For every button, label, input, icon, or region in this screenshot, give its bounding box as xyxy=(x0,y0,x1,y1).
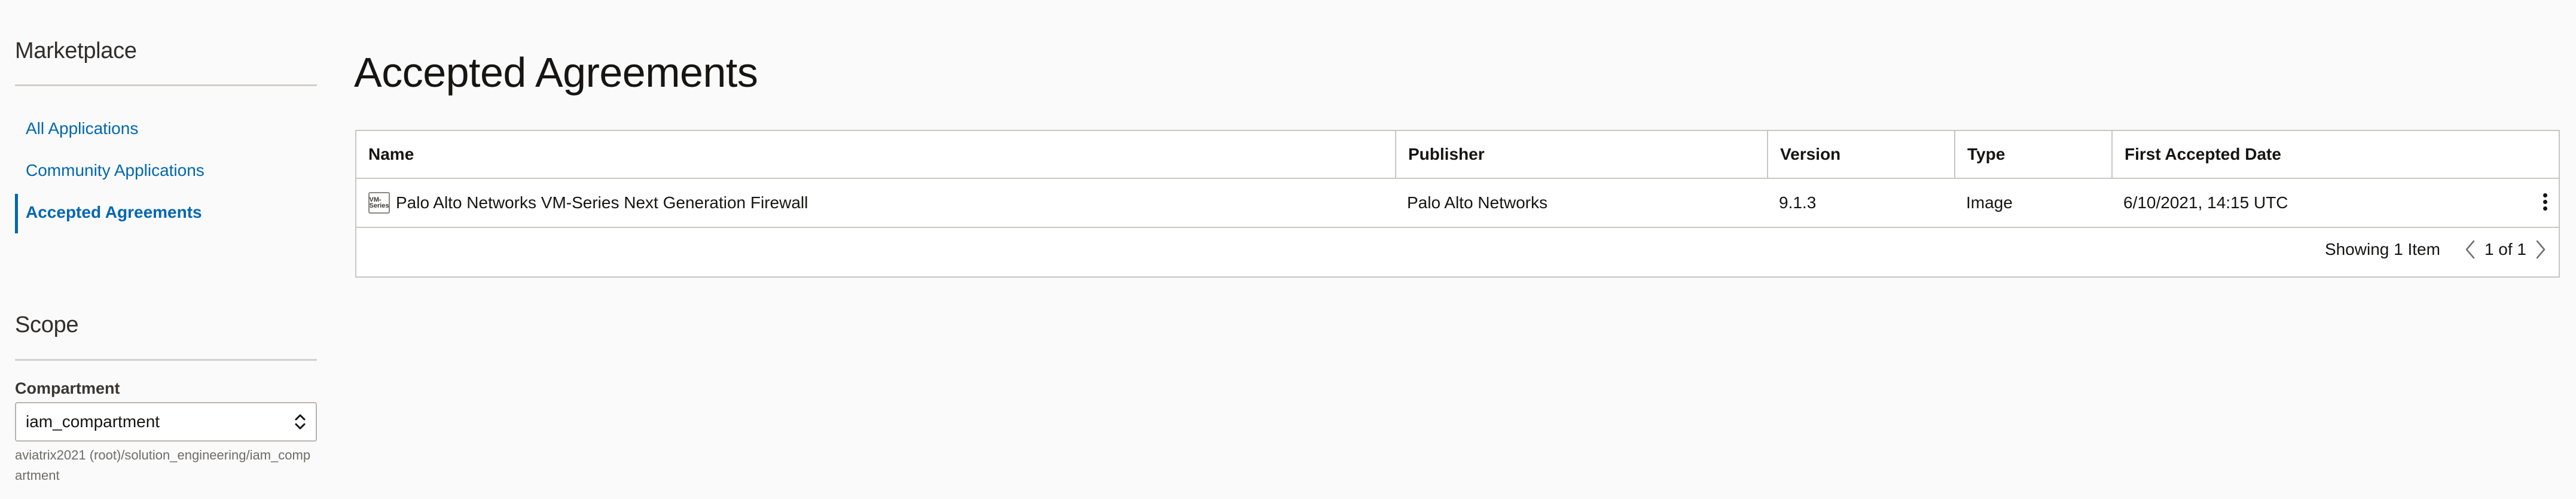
scope-heading: Scope xyxy=(15,312,79,337)
cell-first-accepted-date: 6/10/2021, 14:15 UTC xyxy=(2111,179,2559,227)
page-title: Accepted Agreements xyxy=(354,49,758,96)
column-header-version[interactable]: Version xyxy=(1767,131,1954,178)
vm-series-logo-icon: VM-Series xyxy=(368,192,390,214)
scope-divider xyxy=(15,359,317,361)
sidebar-divider xyxy=(15,84,317,86)
table-header-row: Name Publisher Version Type First Accept… xyxy=(356,131,2559,179)
next-page-icon[interactable] xyxy=(2532,238,2548,261)
first-accepted-date-text: 6/10/2021, 14:15 UTC xyxy=(2123,193,2288,212)
column-header-first-accepted-date[interactable]: First Accepted Date xyxy=(2111,131,2559,178)
compartment-path: aviatrix2021 (root)/solution_engineering… xyxy=(15,448,311,483)
row-name-text[interactable]: Palo Alto Networks VM-Series Next Genera… xyxy=(396,193,808,212)
marketplace-heading: Marketplace xyxy=(15,38,137,63)
cell-type: Image xyxy=(1966,193,2013,212)
marketplace-nav: All Applications Community Applications … xyxy=(15,108,317,233)
agreements-table: Name Publisher Version Type First Accept… xyxy=(355,130,2560,278)
cell-version: 9.1.3 xyxy=(1779,193,1817,212)
page-indicator: 1 of 1 xyxy=(2484,240,2526,258)
table-row: VM-Series Palo Alto Networks VM-Series N… xyxy=(356,179,2559,228)
sidebar: Marketplace All Applications Community A… xyxy=(15,0,317,499)
column-header-type[interactable]: Type xyxy=(1954,131,2111,178)
cell-name: VM-Series Palo Alto Networks VM-Series N… xyxy=(356,179,1395,227)
column-header-publisher[interactable]: Publisher xyxy=(1395,131,1767,178)
nav-item-all-applications[interactable]: All Applications xyxy=(15,108,317,150)
nav-item-community-applications[interactable]: Community Applications xyxy=(15,150,317,191)
compartment-select-value: iam_compartment xyxy=(26,412,160,431)
nav-item-accepted-agreements[interactable]: Accepted Agreements xyxy=(15,191,317,233)
showing-count: Showing 1 Item xyxy=(2324,240,2440,258)
compartment-select[interactable]: iam_compartment xyxy=(15,402,317,442)
column-header-name[interactable]: Name xyxy=(356,131,1395,178)
cell-publisher: Palo Alto Networks xyxy=(1407,193,1548,212)
chevron-updown-icon xyxy=(295,414,306,430)
previous-page-icon[interactable] xyxy=(2463,238,2479,261)
pagination: Showing 1 Item 1 of 1 xyxy=(2325,236,2548,263)
compartment-label: Compartment xyxy=(15,379,120,397)
row-actions-kebab-icon[interactable] xyxy=(2541,193,2549,215)
